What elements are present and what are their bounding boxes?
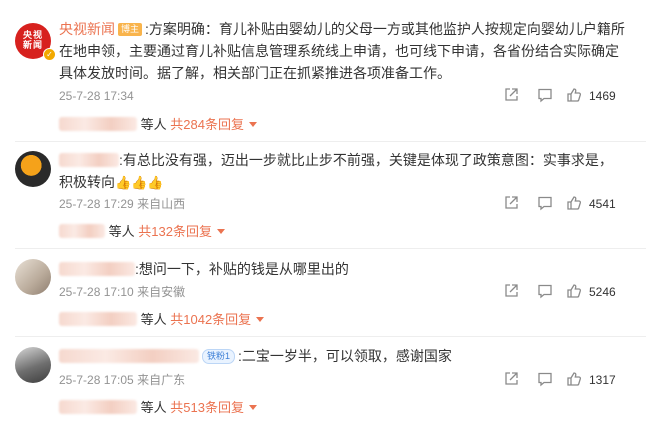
reply-suffix: 等人 [140,400,167,415]
username[interactable] [59,349,199,363]
reply-suffix: 等人 [140,312,167,327]
avatar-text: 央视 [22,31,43,41]
share-icon[interactable] [503,195,519,211]
like-icon[interactable] [566,283,582,299]
share-icon[interactable] [503,371,519,387]
comment-text: 央视新闻 博主:方案明确：育儿补贴由婴幼儿的父母一方或其他监护人按规定向婴幼儿户籍… [59,18,629,84]
share-icon[interactable] [503,283,519,299]
replier-names [59,117,137,131]
comment-body: :二宝一岁半，可以领取，感谢国家 [238,348,452,364]
reply-total[interactable]: 共132条回复 [138,224,212,239]
like-icon[interactable] [566,371,582,387]
share-icon[interactable] [503,87,519,103]
reply-total[interactable]: 共284条回复 [170,117,244,132]
blogger-badge: 博主 [118,23,143,36]
comment-icon[interactable] [537,371,553,387]
comment-actions: 5246 [0,283,646,301]
like-count: 1469 [589,89,616,103]
reply-summary[interactable]: 等人 共513条回复 [59,399,257,417]
fan-badge: 铁粉1 [202,349,236,364]
replier-names [59,224,105,238]
replier-names [59,312,137,326]
like-count: 4541 [589,197,616,211]
like-count: 1317 [589,373,616,387]
username[interactable]: 央视新闻 [59,21,115,37]
caret-down-icon[interactable] [256,317,265,322]
comment-body: :方案明确：育儿补贴由婴幼儿的父母一方或其他监护人按规定向婴幼儿户籍所在地申领，… [59,21,625,81]
reply-summary[interactable]: 等人 共284条回复 [59,116,257,134]
like-count: 5246 [589,285,616,299]
caret-down-icon[interactable] [248,122,257,127]
comment-text: 铁粉1:二宝一岁半，可以领取，感谢国家 [59,345,619,367]
username[interactable] [59,262,135,276]
reply-summary[interactable]: 等人 共132条回复 [59,223,225,241]
verified-icon: ✓ [43,48,56,61]
thumbs-up-emoji: 👍👍👍 [115,175,164,190]
reply-total[interactable]: 共513条回复 [170,400,244,415]
like-icon[interactable] [566,87,582,103]
caret-down-icon[interactable] [216,229,225,234]
avatar[interactable] [15,151,51,187]
avatar-text: 新闻 [22,41,43,51]
username[interactable] [59,153,119,167]
comment-actions: 4541 [0,195,646,213]
reply-total[interactable]: 共1042条回复 [170,312,251,327]
caret-down-icon[interactable] [248,405,257,410]
comment-text: :有总比没有强，迈出一步就比止步不前强，关键是体现了政策意图：实事求是，积极转向… [59,149,624,194]
comment-actions: 1469 [0,87,646,105]
divider [15,141,646,142]
reply-summary[interactable]: 等人 共1042条回复 [59,311,265,329]
reply-suffix: 等人 [108,224,135,239]
like-icon[interactable] [566,195,582,211]
reply-suffix: 等人 [140,117,167,132]
comment-actions: 1317 [0,371,646,389]
divider [15,248,646,249]
divider [15,336,646,337]
replier-names [59,400,137,414]
comment-icon[interactable] [537,195,553,211]
comment-icon[interactable] [537,87,553,103]
comment-text: :想问一下，补贴的钱是从哪里出的 [59,258,619,280]
comment-body: :想问一下，补贴的钱是从哪里出的 [135,261,349,277]
comment-icon[interactable] [537,283,553,299]
